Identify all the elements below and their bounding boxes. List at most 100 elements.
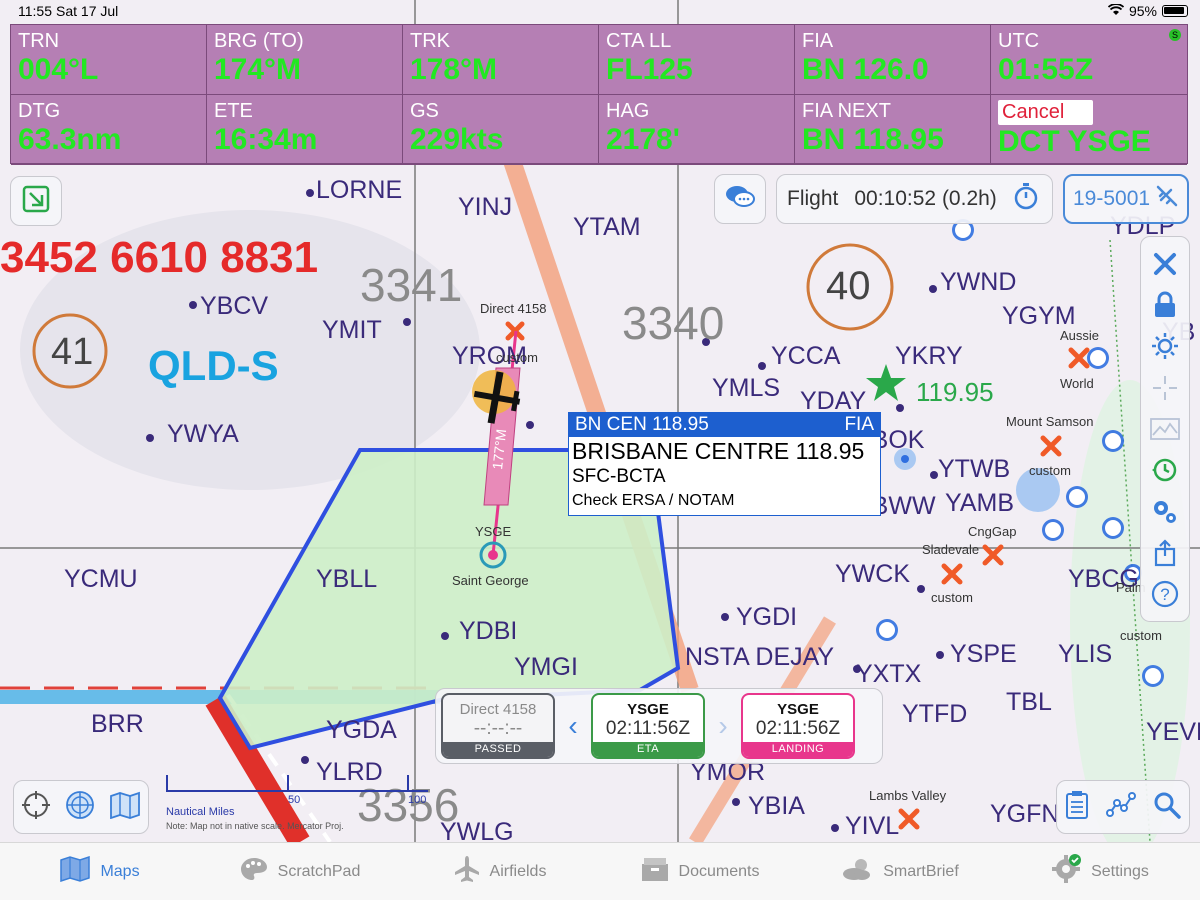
map-label-ytfd: YTFD: [902, 700, 968, 728]
map-label-yinj: YINJ: [458, 193, 513, 221]
aircraft-id-button[interactable]: 19-5001: [1063, 174, 1189, 224]
map-label-grid-3340: 3340: [622, 297, 725, 349]
cell-value: 178°M: [410, 53, 498, 86]
waypoint-time: 02:11:56Z: [755, 718, 841, 739]
waypoint-time: 02:11:56Z: [605, 718, 691, 739]
share-icon[interactable]: [1150, 538, 1180, 568]
cancel-button[interactable]: Cancel: [998, 100, 1093, 125]
flight-timer-value: 00:10:52 (0.2h): [854, 187, 997, 210]
tab-smartbrief[interactable]: SmartBrief: [800, 843, 1000, 900]
direct-to-value: DCT YSGE: [998, 125, 1151, 158]
cloud-sun-icon: [841, 856, 873, 887]
cell-label: TRN: [18, 30, 60, 52]
status-dot: S: [1169, 29, 1181, 41]
tab-maps[interactable]: Maps: [0, 843, 200, 900]
cell-label: FIA: [802, 30, 834, 52]
chevron-left-icon[interactable]: ‹: [561, 710, 585, 742]
map-label-yivl: YIVL: [845, 812, 900, 840]
map-label-custom-3: custom: [931, 590, 973, 605]
chat-bubbles-icon: [724, 183, 756, 216]
cell-ete: ETE 16:34m: [207, 95, 403, 165]
waypoint-name: Direct 4158: [459, 701, 537, 718]
cell-dtg: DTG 63.3nm: [11, 95, 207, 165]
map-label-ykry: YKRY: [895, 342, 963, 370]
right-toolbar: ?: [1140, 236, 1190, 622]
brightness-icon[interactable]: [1150, 331, 1180, 361]
map-layers-icon[interactable]: [109, 791, 141, 824]
clipboard-icon[interactable]: [1065, 790, 1089, 825]
map-label-ygfn: YGFN: [990, 800, 1060, 828]
cell-utc: UTC 01:55Z S: [991, 25, 1187, 95]
map-label-ydbi: YDBI: [459, 617, 518, 645]
map-label-ycmu: YCMU: [64, 565, 138, 593]
tab-settings[interactable]: Settings: [1000, 843, 1200, 900]
map-label-ref: 3452 6610 8831: [0, 233, 319, 282]
popup-line-3: Check ERSA / NOTAM: [572, 492, 735, 509]
waypoint-name: YSGE: [627, 701, 669, 718]
tab-scratchpad[interactable]: ScratchPad: [200, 843, 400, 900]
popup-header-left: BN CEN 118.95: [575, 414, 709, 435]
cell-value: 229kts: [410, 123, 504, 156]
crosshair-icon[interactable]: [1150, 373, 1180, 403]
route-graph-icon[interactable]: [1105, 791, 1136, 824]
map-label-aussie: Aussie: [1060, 328, 1100, 343]
map-label-sladevale: Sladevale: [922, 542, 980, 557]
scale-note: Note: Map not in native scale. Mercator …: [166, 821, 344, 831]
cell-value: 16:34m: [214, 123, 318, 156]
tab-label: Airfields: [489, 862, 547, 880]
search-icon[interactable]: [1153, 791, 1181, 824]
locate-crosshair-icon[interactable]: [21, 790, 51, 825]
cell-value: 004°L: [18, 53, 99, 86]
cell-fia: FIA BN 126.0: [795, 25, 991, 95]
map-label-yspe: YSPE: [950, 640, 1017, 668]
map-label-circle-41: 41: [51, 331, 94, 373]
cell-label: BRG (TO): [214, 30, 304, 52]
map-label-direct4158: Direct 4158: [480, 301, 547, 316]
map-label-ytwb: YTWB: [938, 455, 1011, 483]
radar-globe-icon[interactable]: [65, 790, 95, 825]
map-label-ycca: YCCA: [771, 342, 841, 370]
map-label-ywnd: YWND: [940, 268, 1017, 296]
map-label-qlds: QLD-S: [148, 342, 279, 389]
tab-airfields[interactable]: Airfields: [400, 843, 600, 900]
tab-label: Maps: [100, 862, 140, 880]
map-label-ybcv: YBCV: [200, 292, 269, 320]
cell-value: BN 118.95: [802, 123, 944, 156]
arrow-down-right-icon: [21, 184, 51, 219]
cell-hag: HAG 2178': [599, 95, 795, 165]
map-label-world: World: [1060, 376, 1094, 391]
map-label-yxtx: YXTX: [856, 660, 922, 688]
waypoint-status: PASSED: [443, 742, 553, 757]
waypoint-card-passed[interactable]: Direct 4158 --:--:-- PASSED: [441, 693, 555, 759]
cell-label: UTC: [998, 30, 1040, 52]
chevron-right-icon[interactable]: ›: [711, 710, 735, 742]
waypoint-card-eta[interactable]: YSGE 02:11:56Z ETA: [591, 693, 705, 759]
popup-header-right: FIA: [844, 414, 874, 435]
flight-timer-button[interactable]: Flight 00:10:52 (0.2h): [776, 174, 1053, 224]
waypoint-card-landing[interactable]: YSGE 02:11:56Z LANDING: [741, 693, 855, 759]
map-icon: [60, 855, 91, 887]
popup-line-2: SFC-BCTA: [572, 466, 666, 487]
lock-icon[interactable]: [1150, 290, 1180, 320]
help-icon[interactable]: ?: [1150, 579, 1180, 609]
airplane-icon: [1155, 184, 1179, 214]
status-bar: 11:55 Sat 17 Jul 95%: [0, 0, 1200, 24]
map-label-cnggap: CngGap: [968, 524, 1017, 539]
map-label-yamb: YAMB: [945, 489, 1014, 517]
map-label-ywya: YWYA: [167, 420, 239, 448]
scale-tick: [407, 775, 409, 790]
tab-documents[interactable]: Documents: [600, 843, 800, 900]
collapse-panel-button[interactable]: [10, 176, 62, 226]
terrain-profile-icon[interactable]: [1150, 414, 1180, 444]
map-label-ygym: YGYM: [1002, 302, 1076, 330]
close-x-icon[interactable]: [1150, 249, 1180, 279]
map-label-tbl: TBL: [1006, 688, 1052, 716]
map-label-ymls: YMLS: [712, 374, 781, 402]
gear-icon: [1051, 854, 1082, 889]
scale-tick: [166, 775, 168, 790]
history-clock-icon[interactable]: [1150, 455, 1180, 485]
frequency-popup[interactable]: BN CEN 118.95 FIA BRISBANE CENTRE 118.95…: [568, 412, 881, 516]
settings-gears-icon[interactable]: [1150, 497, 1180, 527]
chat-button[interactable]: [714, 174, 766, 224]
cell-label: CTA LL: [606, 30, 672, 52]
